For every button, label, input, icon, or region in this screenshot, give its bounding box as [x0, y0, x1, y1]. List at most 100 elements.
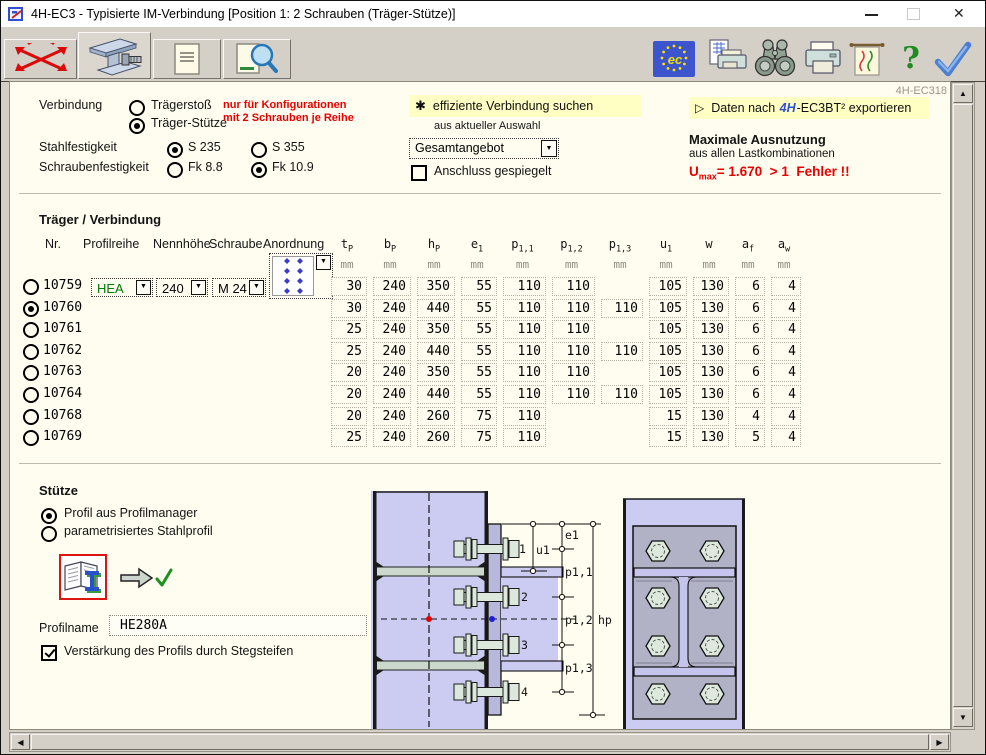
- table-cell[interactable]: 20: [331, 407, 367, 426]
- table-cell[interactable]: 20: [331, 385, 367, 404]
- horizontal-scroll-thumb[interactable]: [31, 734, 929, 750]
- table-cell[interactable]: 240: [373, 385, 411, 404]
- table-cell[interactable]: 260: [417, 407, 455, 426]
- radio-traegerstuetze-label[interactable]: Träger-Stütze: [151, 116, 227, 130]
- mirror-checkbox-label[interactable]: Anschluss gespiegelt: [434, 164, 551, 178]
- table-cell[interactable]: 110: [503, 363, 546, 382]
- row-radio[interactable]: [23, 430, 39, 446]
- radio-s355[interactable]: [251, 142, 267, 158]
- table-cell[interactable]: 4: [771, 385, 801, 404]
- apply-profile-icon[interactable]: [117, 564, 173, 592]
- table-cell[interactable]: 25: [331, 342, 367, 361]
- radio-traegerstoss-label[interactable]: Trägerstoß: [151, 98, 212, 112]
- table-cell[interactable]: 110: [503, 385, 546, 404]
- table-cell[interactable]: 350: [417, 320, 455, 339]
- maximize-button[interactable]: [907, 8, 920, 20]
- radio-parametrisiert[interactable]: [41, 526, 57, 542]
- table-cell[interactable]: 5: [735, 428, 765, 447]
- table-cell[interactable]: 240: [373, 363, 411, 382]
- table-cell[interactable]: 240: [373, 428, 411, 447]
- radio-fk109[interactable]: [251, 162, 267, 178]
- table-cell[interactable]: 110: [601, 299, 643, 318]
- preview-button[interactable]: [223, 39, 291, 79]
- table-cell[interactable]: 110: [552, 320, 595, 339]
- table-cell[interactable]: 6: [735, 385, 765, 404]
- table-cell[interactable]: 105: [649, 277, 687, 296]
- row-radio[interactable]: [23, 365, 39, 381]
- table-cell[interactable]: 240: [373, 299, 411, 318]
- table-cell[interactable]: 105: [649, 320, 687, 339]
- table-cell[interactable]: 350: [417, 363, 455, 382]
- table-cell[interactable]: 105: [649, 363, 687, 382]
- table-cell[interactable]: 440: [417, 299, 455, 318]
- row-radio[interactable]: [23, 344, 39, 360]
- table-cell[interactable]: 110: [552, 342, 595, 361]
- schraube-select[interactable]: M 24 ▼: [212, 278, 266, 297]
- table-cell[interactable]: 110: [552, 277, 595, 296]
- title-bar[interactable]: 4H-EC3 - Typisierte IM-Verbindung [Posit…: [1, 1, 985, 27]
- minimize-button[interactable]: [865, 14, 878, 16]
- table-cell[interactable]: 130: [693, 407, 729, 426]
- profilmanager-button[interactable]: [59, 554, 107, 600]
- table-cell[interactable]: 75: [461, 407, 497, 426]
- table-cell[interactable]: 130: [693, 428, 729, 447]
- table-cell[interactable]: 110: [503, 407, 546, 426]
- scroll-right-button[interactable]: ▶: [930, 734, 949, 750]
- radio-traegerstoss[interactable]: [129, 100, 145, 116]
- table-cell[interactable]: 240: [373, 277, 411, 296]
- table-cell[interactable]: 4: [771, 342, 801, 361]
- table-cell[interactable]: 4: [771, 428, 801, 447]
- table-cell[interactable]: 6: [735, 342, 765, 361]
- plot-button[interactable]: [849, 39, 885, 79]
- table-cell[interactable]: 25: [331, 320, 367, 339]
- radio-fk88-label[interactable]: Fk 8.8: [188, 160, 223, 174]
- angebot-dropdown[interactable]: Gesamtangebot ▼: [409, 138, 559, 159]
- table-cell[interactable]: 4: [771, 363, 801, 382]
- vertical-scrollbar[interactable]: ▲ ▼: [951, 82, 975, 730]
- vertical-scroll-thumb[interactable]: [953, 104, 973, 707]
- chevron-down-icon[interactable]: ▼: [191, 280, 206, 295]
- profilname-field[interactable]: HE280A: [109, 615, 367, 636]
- print-list-button[interactable]: [709, 39, 749, 79]
- scroll-left-button[interactable]: ◀: [11, 734, 30, 750]
- table-cell[interactable]: 440: [417, 385, 455, 404]
- table-cell[interactable]: 440: [417, 342, 455, 361]
- row-radio[interactable]: [23, 387, 39, 403]
- radio-parametrisiert-label[interactable]: parametrisiertes Stahlprofil: [64, 524, 213, 538]
- table-cell[interactable]: 75: [461, 428, 497, 447]
- table-cell[interactable]: 55: [461, 320, 497, 339]
- table-cell[interactable]: 110: [503, 428, 546, 447]
- radio-fk109-label[interactable]: Fk 10.9: [272, 160, 314, 174]
- table-cell[interactable]: 55: [461, 277, 497, 296]
- table-cell[interactable]: 30: [331, 277, 367, 296]
- nennhoehe-select[interactable]: 240 ▼: [156, 278, 208, 297]
- horizontal-scrollbar[interactable]: ◀ ▶: [9, 732, 951, 752]
- table-cell[interactable]: 6: [735, 363, 765, 382]
- mirror-checkbox[interactable]: [411, 165, 427, 181]
- table-cell[interactable]: 130: [693, 320, 729, 339]
- table-cell[interactable]: 130: [693, 342, 729, 361]
- table-cell[interactable]: 110: [503, 299, 546, 318]
- table-cell[interactable]: 350: [417, 277, 455, 296]
- table-cell[interactable]: 15: [649, 407, 687, 426]
- table-cell[interactable]: 6: [735, 277, 765, 296]
- table-cell[interactable]: 130: [693, 299, 729, 318]
- scroll-up-button[interactable]: ▲: [953, 84, 973, 103]
- table-cell[interactable]: 25: [331, 428, 367, 447]
- radio-s355-label[interactable]: S 355: [272, 140, 305, 154]
- eurocode-button[interactable]: ec: [653, 41, 695, 77]
- radio-profilmanager[interactable]: [41, 508, 57, 524]
- table-cell[interactable]: 110: [552, 385, 595, 404]
- chevron-down-icon[interactable]: ▼: [136, 280, 151, 295]
- table-cell[interactable]: 105: [649, 299, 687, 318]
- help-button[interactable]: ?: [899, 39, 923, 79]
- table-cell[interactable]: 110: [503, 342, 546, 361]
- table-cell[interactable]: 4: [735, 407, 765, 426]
- row-radio[interactable]: [23, 409, 39, 425]
- table-cell[interactable]: 260: [417, 428, 455, 447]
- chevron-down-icon[interactable]: ▼: [249, 280, 264, 295]
- row-radio[interactable]: [23, 279, 39, 295]
- connection-tab-button[interactable]: [78, 32, 151, 79]
- table-cell[interactable]: 110: [552, 299, 595, 318]
- table-cell[interactable]: 15: [649, 428, 687, 447]
